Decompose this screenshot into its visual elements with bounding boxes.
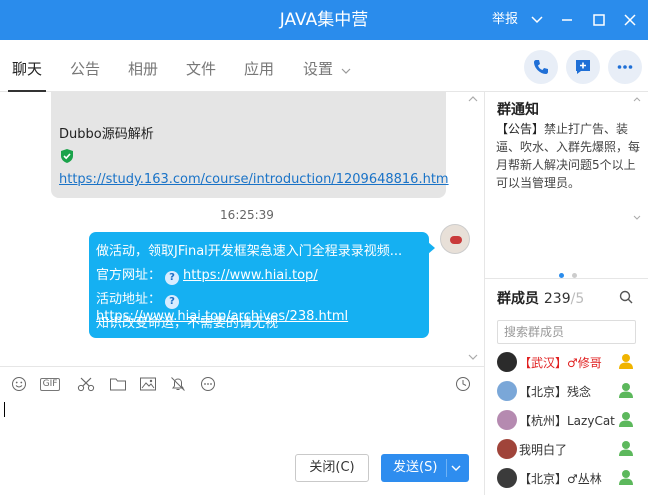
- sent-message-bubble: 做活动，领取JFinal开发框架急速入门全程录录视频... 官方网址：? http…: [89, 232, 429, 338]
- member-item[interactable]: 【武汉】♂修哥: [497, 350, 647, 374]
- members-total: /5: [570, 291, 585, 307]
- scroll-down-icon[interactable]: [633, 212, 641, 223]
- message-line: 做活动，领取JFinal开发框架急速入门全程录录视频...: [96, 244, 403, 259]
- close-window-button[interactable]: [618, 0, 642, 40]
- close-button[interactable]: 关闭(C): [295, 454, 369, 482]
- report-button[interactable]: 举报: [488, 0, 522, 40]
- input-toolbar: GIF: [0, 366, 484, 400]
- gif-icon[interactable]: GIF: [40, 378, 60, 391]
- message-line: 官方网址：? https://www.hiai.top/: [96, 264, 318, 285]
- send-button-label: 发送(S): [393, 460, 438, 475]
- avatar: [497, 352, 517, 372]
- course-link[interactable]: https://study.163.com/course/introductio…: [59, 172, 449, 187]
- message-line: 知识改变命运，不需要的请无视: [96, 316, 279, 331]
- message-label: 活动地址：: [96, 292, 162, 307]
- admin-badge-icon: [619, 412, 633, 427]
- carousel-dots: [559, 267, 585, 282]
- avatar: [497, 439, 517, 459]
- window-title: JAVA集中营: [279, 10, 369, 30]
- received-message-bubble: Dubbo源码解析 https://study.163.com/course/i…: [51, 92, 449, 198]
- member-item[interactable]: 【北京】♂丛林: [497, 466, 647, 490]
- admin-badge-icon: [619, 383, 633, 398]
- tab-settings[interactable]: 设置: [303, 40, 351, 92]
- maximize-button[interactable]: [588, 0, 610, 40]
- more-icon: [617, 65, 633, 69]
- scissors-icon[interactable]: [77, 376, 95, 394]
- tab-file[interactable]: 文件: [186, 40, 216, 92]
- text-caret: [4, 402, 5, 417]
- message-input[interactable]: [0, 400, 484, 450]
- tab-app[interactable]: 应用: [244, 40, 274, 92]
- owner-badge-icon: [619, 354, 633, 369]
- avatar: [497, 468, 517, 488]
- new-discussion-button[interactable]: [566, 50, 600, 84]
- group-notice-title: 群通知: [497, 102, 539, 118]
- more-options-button[interactable]: [608, 50, 642, 84]
- voice-call-button[interactable]: [524, 50, 558, 84]
- link-security-icon: ?: [165, 295, 180, 309]
- member-item[interactable]: 【北京】残念: [497, 379, 647, 403]
- members-title-label: 群成员: [497, 291, 539, 307]
- phone-icon: [534, 60, 548, 74]
- tab-notice[interactable]: 公告: [70, 40, 100, 92]
- members-count: 239: [543, 291, 571, 307]
- tab-settings-label: 设置: [303, 60, 334, 78]
- avatar[interactable]: [440, 224, 470, 254]
- message-timestamp: 16:25:39: [220, 208, 274, 222]
- official-site-link[interactable]: https://www.hiai.top/: [183, 268, 318, 283]
- tab-chat[interactable]: 聊天: [7, 40, 47, 92]
- title-bar: JAVA集中营 举报: [0, 0, 648, 40]
- group-notice-body[interactable]: 【公告】禁止打广告、装逼、吹水、入群先爆照，每月帮新人解决问题5个以上可以当管理…: [496, 120, 642, 192]
- message-title: Dubbo源码解析: [59, 127, 154, 142]
- group-chat-window: JAVA集中营 举报 聊天 公告 相册 文件 应用 设置 Dubbo源码解析 h…: [0, 0, 648, 495]
- folder-icon[interactable]: [109, 376, 127, 394]
- message-list[interactable]: Dubbo源码解析 https://study.163.com/course/i…: [0, 92, 484, 366]
- member-name: 【武汉】♂修哥: [519, 356, 602, 370]
- avatar: [497, 381, 517, 401]
- member-item[interactable]: 【杭州】LazyCat: [497, 408, 647, 432]
- message-label: 官方网址：: [96, 268, 162, 283]
- tab-bar: 聊天 公告 相册 文件 应用 设置: [0, 40, 648, 92]
- chevron-down-icon[interactable]: [526, 0, 548, 40]
- add-chat-icon: [576, 60, 590, 74]
- send-options-dropdown[interactable]: [451, 454, 461, 482]
- scroll-down-icon[interactable]: [468, 350, 478, 363]
- footer: 关闭(C) 发送(S): [0, 450, 484, 495]
- more-dots-icon[interactable]: [199, 376, 217, 394]
- scroll-up-icon[interactable]: [633, 94, 641, 105]
- group-info-panel: 群通知 【公告】禁止打广告、装逼、吹水、入群先爆照，每月帮新人解决问题5个以上可…: [484, 92, 648, 495]
- divider: [446, 459, 447, 477]
- admin-badge-icon: [619, 470, 633, 485]
- history-clock-icon[interactable]: [454, 376, 472, 394]
- tab-album[interactable]: 相册: [128, 40, 158, 92]
- scroll-up-icon[interactable]: [468, 92, 478, 105]
- bell-off-icon[interactable]: [169, 376, 187, 394]
- member-name: 我明白了: [519, 443, 568, 457]
- member-name: 【杭州】LazyCat: [519, 414, 615, 428]
- image-icon[interactable]: [139, 376, 157, 394]
- search-icon[interactable]: [619, 290, 633, 308]
- member-name: 【北京】残念: [519, 385, 592, 399]
- member-item[interactable]: 我明白了: [497, 437, 647, 461]
- member-name: 【北京】♂丛林: [519, 472, 602, 486]
- minimize-button[interactable]: [556, 0, 578, 40]
- admin-badge-icon: [619, 441, 633, 456]
- divider: [485, 278, 648, 279]
- send-button[interactable]: 发送(S): [381, 454, 469, 482]
- emoji-icon[interactable]: [10, 376, 28, 394]
- avatar: [497, 410, 517, 430]
- chevron-down-icon: [337, 64, 351, 77]
- members-title: 群成员 239/5: [497, 288, 584, 308]
- member-search-input[interactable]: 搜索群成员: [497, 320, 636, 344]
- bubble-tail: [428, 242, 435, 254]
- link-security-icon: ?: [165, 271, 180, 285]
- notice-tag: 【公告】: [496, 122, 545, 136]
- verified-shield-icon: [59, 148, 75, 168]
